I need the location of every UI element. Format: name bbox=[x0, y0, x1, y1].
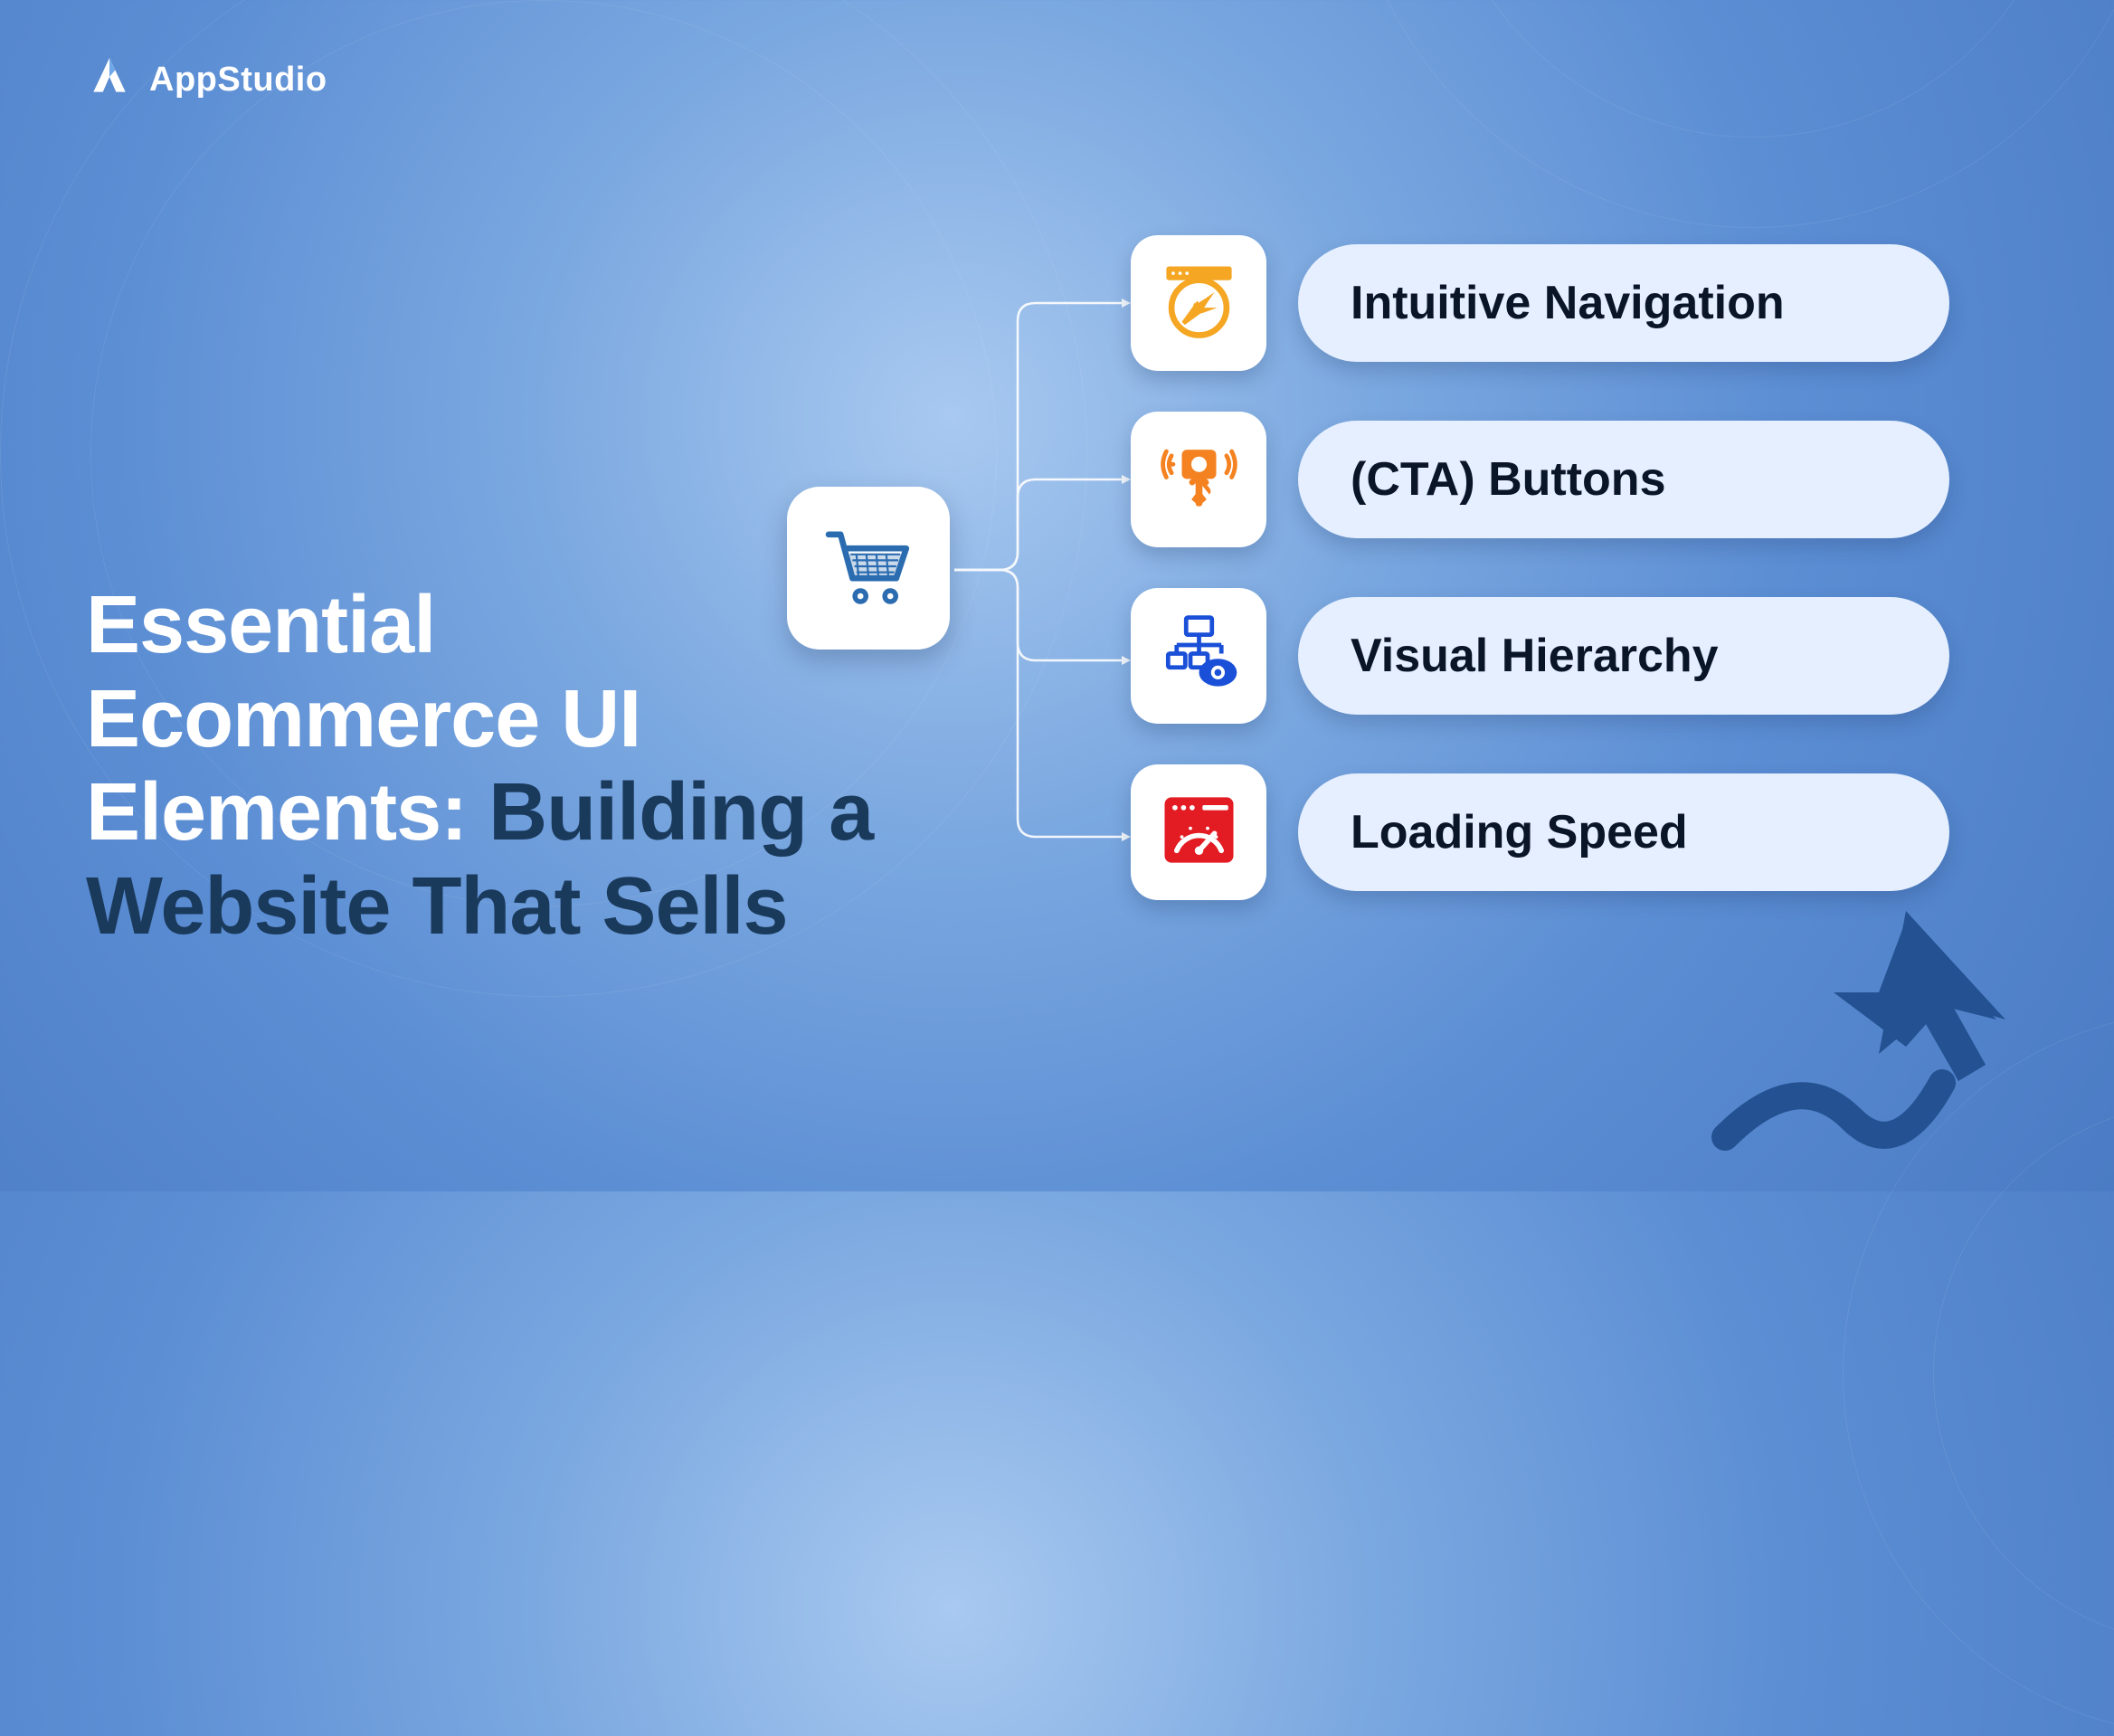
shopping-cart-icon bbox=[819, 517, 918, 621]
icon-card-speed bbox=[1131, 764, 1266, 900]
feature-row-hierarchy: Visual Hierarchy bbox=[1131, 588, 1949, 724]
title-line-4: Website That Sells bbox=[86, 861, 788, 952]
brand-logo: AppStudio bbox=[86, 54, 327, 106]
icon-card-cta bbox=[1131, 412, 1266, 547]
speedometer-icon bbox=[1156, 787, 1242, 877]
cta-button-icon bbox=[1156, 434, 1242, 525]
feature-row-navigation: Intuitive Navigation bbox=[1131, 235, 1949, 371]
icon-card-hierarchy bbox=[1131, 588, 1266, 724]
title-line-3-white: Elements: bbox=[86, 767, 488, 858]
connector-lines bbox=[945, 271, 1144, 905]
title-line-2: Ecommerce UI bbox=[86, 674, 640, 764]
page-title: Essential Ecommerce UI Elements: Buildin… bbox=[86, 579, 873, 953]
title-line-1: Essential bbox=[86, 580, 435, 670]
hierarchy-icon bbox=[1156, 611, 1242, 701]
logo-mark-icon bbox=[86, 54, 133, 106]
navigation-icon bbox=[1156, 258, 1242, 348]
feature-label: Intuitive Navigation bbox=[1298, 244, 1949, 362]
icon-card-navigation bbox=[1131, 235, 1266, 371]
feature-label: (CTA) Buttons bbox=[1298, 421, 1949, 538]
cart-card bbox=[787, 487, 950, 650]
title-line-3-dark: Building a bbox=[488, 767, 873, 858]
feature-row-cta: (CTA) Buttons bbox=[1131, 412, 1949, 547]
feature-list: Intuitive Navigation (CTA) Buttons bbox=[1131, 235, 1949, 900]
feature-label: Visual Hierarchy bbox=[1298, 597, 1949, 715]
brand-name: AppStudio bbox=[149, 61, 327, 100]
cursor-arrow-icon bbox=[1671, 811, 2051, 1173]
